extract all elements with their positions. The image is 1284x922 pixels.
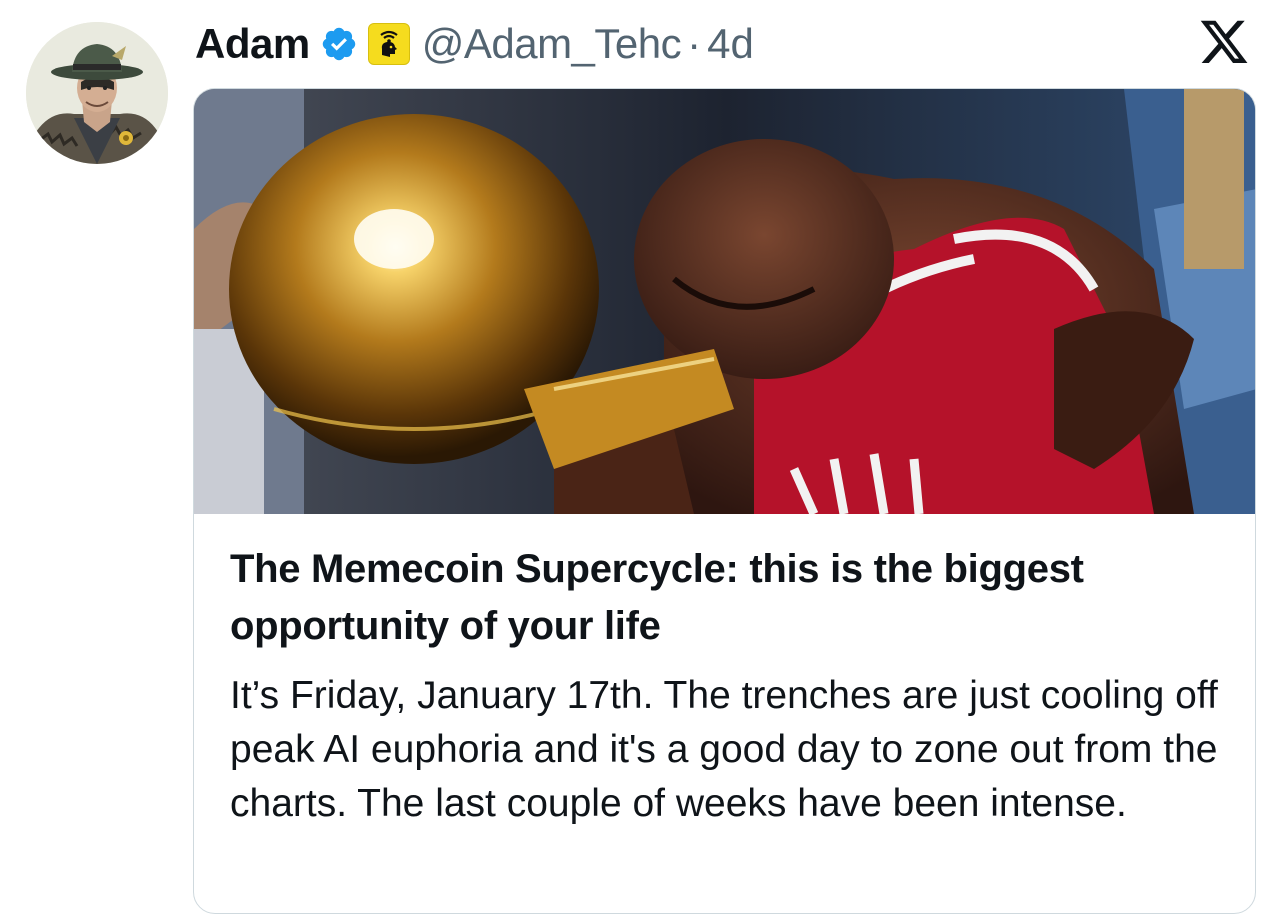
handle[interactable]: @Adam_Tehc bbox=[422, 20, 682, 68]
affiliate-badge-icon[interactable] bbox=[367, 23, 410, 65]
card-description: It’s Friday, January 17th. The trenches … bbox=[230, 674, 1218, 825]
tweet[interactable]: Adam @Adam_Tehc · 4d The Memecoin Superc… bbox=[0, 0, 1284, 922]
verified-badge-icon[interactable] bbox=[320, 25, 358, 63]
x-logo-icon[interactable] bbox=[1198, 20, 1250, 68]
link-preview-card[interactable]: The Memecoin Supercycle: this is the big… bbox=[193, 88, 1256, 914]
affiliate-logo-icon bbox=[380, 30, 398, 57]
avatar[interactable] bbox=[26, 22, 168, 164]
avatar-illustration bbox=[26, 22, 168, 164]
card-title[interactable]: The Memecoin Supercycle: this is the big… bbox=[230, 541, 1245, 655]
separator-dot: · bbox=[687, 20, 702, 67]
card-image[interactable] bbox=[194, 89, 1256, 514]
timestamp[interactable]: 4d bbox=[707, 20, 754, 68]
display-name[interactable]: Adam bbox=[195, 20, 310, 68]
tweet-header: Adam @Adam_Tehc · 4d bbox=[195, 14, 754, 74]
